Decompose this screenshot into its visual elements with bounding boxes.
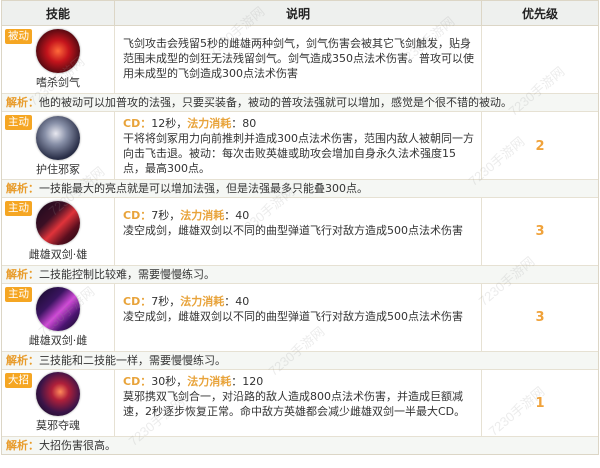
- analysis-label: 解析：: [6, 268, 39, 281]
- skill-row: 主动 雌雄双剑·雄 CD：7秒，法力消耗：40 凌空成剑，雌雄双剑以不同的曲型弹…: [2, 198, 598, 266]
- skill-description: CD：7秒，法力消耗：40 凌空成剑，雌雄双剑以不同的曲型弹道飞行对敌方造成50…: [115, 198, 482, 265]
- skill-stats: CD：7秒，法力消耗：40: [123, 294, 475, 309]
- cd-label: CD：: [123, 117, 152, 130]
- skill-type-badge: 主动: [5, 287, 32, 302]
- cd-value: 7秒，: [151, 209, 181, 222]
- sword-shield-icon: [36, 116, 80, 160]
- cd-label: CD：: [123, 209, 152, 222]
- skill-cell: 主动 雌雄双剑·雄: [2, 198, 115, 265]
- skill-type-badge: 主动: [5, 201, 32, 216]
- table-header: 技能 说明 优先级: [2, 1, 598, 26]
- skill-row: 大招 莫邪夺魂 CD：30秒，法力消耗：120 莫邪携双飞剑合一，对沿路的敌人造…: [2, 370, 598, 437]
- skill-desc-text: 凌空成剑，雌雄双剑以不同的曲型弹道飞行对敌方造成500点法术伤害: [123, 224, 463, 237]
- header-skill: 技能: [2, 1, 115, 25]
- skill-row: 主动 护住邪冢 CD：12秒，法力消耗：80 干将将剑冢用力向前推刺并造成300…: [2, 112, 598, 180]
- skill-type-badge: 大招: [5, 373, 32, 388]
- skill-desc-text: 莫邪携双飞剑合一，对沿路的敌人造成800点法术伤害，并造成巨额减速，2秒逐步恢复…: [123, 390, 466, 418]
- priority-cell: 3: [535, 224, 545, 239]
- skill-desc-text: 凌空成剑，雌雄双剑以不同的曲型弹道飞行对敌方造成500点法术伤害: [123, 310, 463, 323]
- skill-description: CD：12秒，法力消耗：80 干将将剑冢用力向前推刺并造成300点法术伤害，范围…: [115, 112, 482, 180]
- skill-stats: CD：30秒，法力消耗：120: [123, 374, 475, 389]
- analysis-label: 解析：: [6, 96, 39, 109]
- priority-cell: [482, 26, 598, 93]
- cd-value: 12秒，: [151, 117, 188, 130]
- mana-value: ：80: [231, 117, 257, 130]
- analysis-label: 解析：: [6, 182, 39, 195]
- analysis-text: 二技能控制比较难，需要慢慢练习。: [39, 268, 215, 281]
- dark-vortex-icon: [36, 372, 80, 416]
- cd-label: CD：: [123, 375, 152, 388]
- cd-label: CD：: [123, 295, 152, 308]
- analysis-text: 一技能最大的亮点就是可以增加法强，但是法强最多只能叠300点。: [39, 182, 368, 195]
- analysis-label: 解析：: [6, 439, 39, 452]
- skill-type-badge: 主动: [5, 115, 32, 130]
- skill-stats: CD：12秒，法力消耗：80: [123, 116, 475, 131]
- skill-desc-text: 干将将剑冢用力向前推刺并造成300点法术伤害，范围内敌人被朝同一方向击飞击退。被…: [123, 132, 474, 175]
- priority-cell: 2: [535, 138, 545, 154]
- skill-name: 嗜杀剑气: [36, 76, 80, 89]
- analysis-text: 他的被动可以加普攻的法强，只要买装备，被动的普攻法强就可以增加，感觉是个很不错的…: [39, 96, 512, 109]
- skill-description: 飞剑攻击会残留5秒的雌雄两种剑气，剑气伤害会被其它飞剑触发，贴身范围未成型的剑狂…: [115, 26, 482, 93]
- skill-cell: 被动 嗜杀剑气: [2, 26, 115, 93]
- skill-cell: 主动 雌雄双剑·雌: [2, 284, 115, 351]
- mana-value: ：40: [224, 209, 250, 222]
- skill-type-badge: 被动: [5, 29, 32, 44]
- mana-value: ：120: [231, 375, 264, 388]
- analysis-note: 解析：二技能控制比较难，需要慢慢练习。: [2, 266, 598, 284]
- mana-label: 法力消耗: [180, 209, 225, 222]
- skill-name: 护住邪冢: [36, 163, 80, 176]
- mana-label: 法力消耗: [180, 295, 225, 308]
- priority-cell: 3: [535, 310, 545, 325]
- analysis-note: 解析：大招伤害很高。: [2, 437, 598, 454]
- skill-row: 被动 嗜杀剑气 飞剑攻击会残留5秒的雌雄两种剑气，剑气伤害会被其它飞剑触发，贴身…: [2, 26, 598, 94]
- purple-blade-icon: [36, 287, 80, 331]
- cd-value: 7秒，: [151, 295, 181, 308]
- skill-stats: CD：7秒，法力消耗：40: [123, 208, 475, 223]
- skill-cell: 大招 莫邪夺魂: [2, 370, 115, 436]
- header-priority: 优先级: [521, 6, 558, 21]
- skill-cell: 主动 护住邪冢: [2, 112, 115, 180]
- analysis-label: 解析：: [6, 354, 39, 367]
- skill-desc-text: 飞剑攻击会残留5秒的雌雄两种剑气，剑气伤害会被其它飞剑触发，贴身范围未成型的剑狂…: [123, 37, 474, 80]
- skill-description: CD：7秒，法力消耗：40 凌空成剑，雌雄双剑以不同的曲型弹道飞行对敌方造成50…: [115, 284, 482, 351]
- skill-row: 主动 雌雄双剑·雌 CD：7秒，法力消耗：40 凌空成剑，雌雄双剑以不同的曲型弹…: [2, 284, 598, 352]
- skill-name: 雌雄双剑·雌: [28, 334, 88, 347]
- mana-label: 法力消耗: [187, 375, 232, 388]
- analysis-text: 大招伤害很高。: [39, 439, 116, 452]
- skill-name: 莫邪夺魂: [36, 419, 80, 432]
- skills-table: 技能 说明 优先级 被动 嗜杀剑气 飞剑攻击会残留5秒的雌雄两种剑气，剑气伤害会…: [1, 0, 599, 455]
- skill-description: CD：30秒，法力消耗：120 莫邪携双飞剑合一，对沿路的敌人造成800点法术伤…: [115, 370, 482, 436]
- skill-name: 雌雄双剑·雄: [28, 248, 88, 261]
- red-blade-icon: [36, 201, 80, 245]
- mana-value: ：40: [224, 295, 250, 308]
- analysis-note: 解析：三技能和二技能一样，需要慢慢练习。: [2, 352, 598, 370]
- crimson-swords-icon: [36, 29, 80, 73]
- priority-cell: 1: [535, 395, 545, 411]
- cd-value: 30秒，: [151, 375, 188, 388]
- analysis-note: 解析：一技能最大的亮点就是可以增加法强，但是法强最多只能叠300点。: [2, 180, 598, 198]
- header-desc: 说明: [115, 1, 482, 25]
- analysis-text: 三技能和二技能一样，需要慢慢练习。: [39, 354, 226, 367]
- mana-label: 法力消耗: [187, 117, 232, 130]
- analysis-note: 解析：他的被动可以加普攻的法强，只要买装备，被动的普攻法强就可以增加，感觉是个很…: [2, 94, 598, 112]
